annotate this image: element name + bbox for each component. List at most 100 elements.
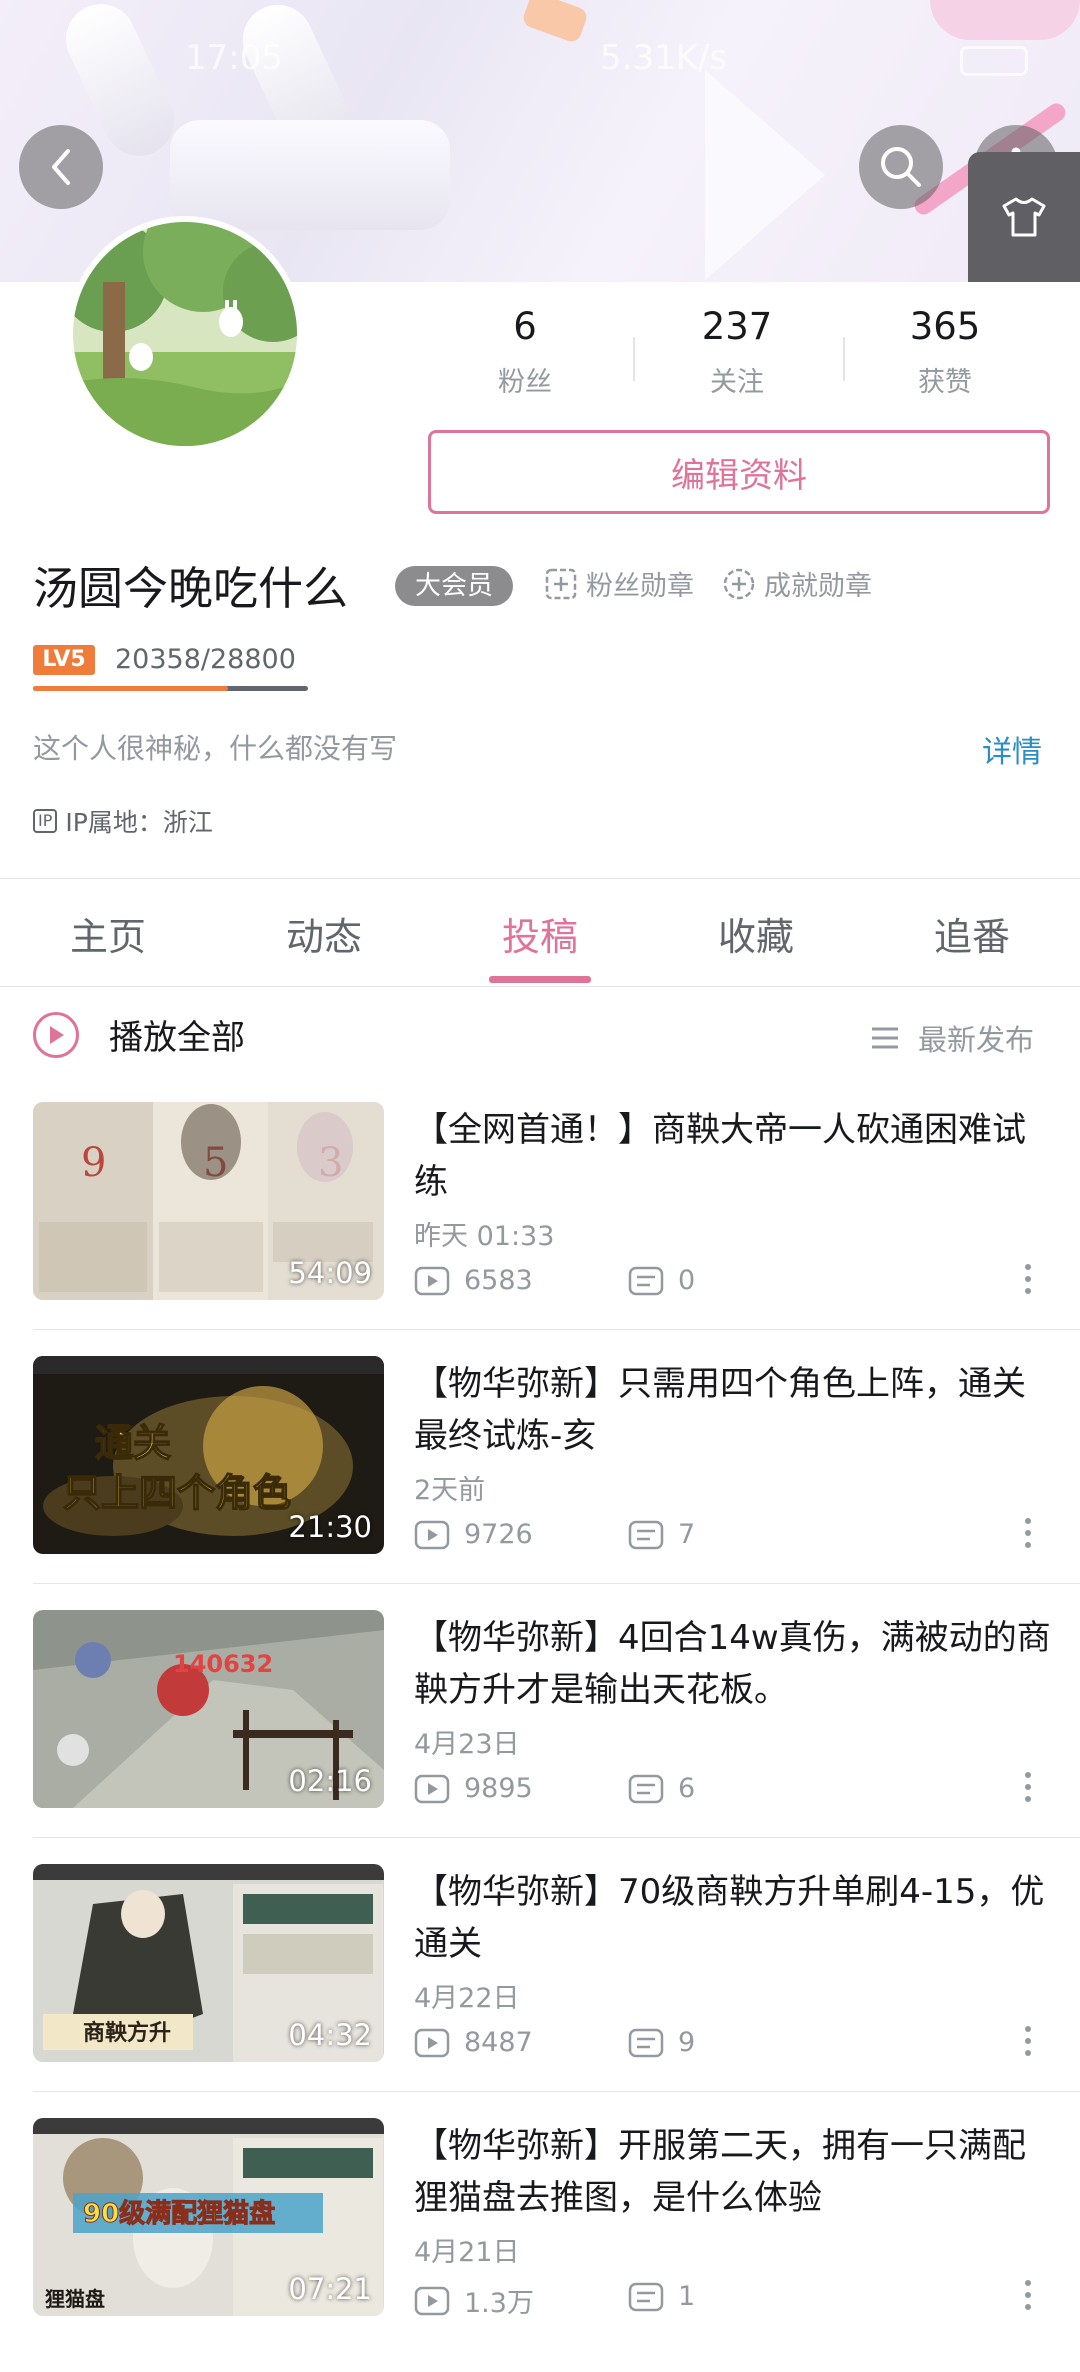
thumb-caption: 90级满配狸猫盘 [83,2198,275,2229]
thumb-character-name: 狸猫盘 [45,2287,105,2311]
tab-favorites[interactable]: 收藏 [648,906,864,961]
level-progress-text: 20358/28800 [115,644,296,675]
achievement-medal-label: 成就勋章 [764,571,872,602]
divider [33,1329,1080,1330]
ip-location-text: IP属地：浙江 [65,808,213,837]
ip-location: IP IP属地：浙江 [33,803,213,839]
more-vertical-icon[interactable] [1023,1772,1033,1802]
thumb-caption: 只上四个角色 [63,1471,291,1515]
video-title[interactable]: 【物华弥新】4回合14w真伤，满被动的商鞅方升才是输出天花板。 [414,1612,1054,1716]
profile-stats: 6 粉丝 237 关注 365 获赞 [430,305,1080,415]
vip-badge[interactable]: 大会员 [395,566,514,606]
video-comments: 7 [628,1519,695,1550]
divider [33,1837,1080,1838]
search-button[interactable] [859,125,943,209]
stat-followers[interactable]: 6 粉丝 [430,305,620,399]
back-button[interactable] [19,125,103,209]
video-thumbnail[interactable]: 通关 只上四个角色 21:30 [33,1356,384,1554]
avatar[interactable] [73,222,297,446]
edit-profile-button[interactable]: 编辑资料 [428,430,1050,514]
banner-play-shape [705,70,825,280]
level-progress-fill [33,686,229,691]
avatar-image [73,222,297,446]
sort-icon [872,1027,898,1049]
battery-icon [960,46,1028,76]
more-vertical-icon[interactable] [1023,2026,1033,2056]
play-count-icon [414,1774,450,1803]
play-circle-icon [33,1011,79,1058]
comment-count: 7 [678,1519,696,1550]
stat-value: 237 [701,305,773,348]
sort-label: 最新发布 [918,1023,1035,1057]
stat-likes[interactable]: 365 获赞 [850,305,1040,399]
fan-medal-button[interactable]: 粉丝勋章 [544,564,694,603]
video-item[interactable]: 通关 只上四个角色 21:30 【物华弥新】只需用四个角色上阵，通关最终试炼-亥… [0,1356,1080,1610]
medal-plus-icon [545,568,577,599]
comment-count-icon [628,2028,664,2057]
banner-decoration [170,120,450,230]
play-count-icon [414,1520,450,1549]
play-count-icon [414,2028,450,2057]
more-vertical-icon[interactable] [1023,1264,1033,1294]
tab-dynamics[interactable]: 动态 [216,906,432,961]
comment-count: 0 [678,1265,696,1296]
divider [33,1583,1080,1584]
stat-value: 365 [909,305,981,348]
video-title[interactable]: 【全网首通！】商鞅大帝一人砍通困难试练 [414,1104,1054,1208]
more-vertical-icon[interactable] [1023,1518,1033,1548]
more-vertical-icon[interactable] [1023,2280,1033,2310]
play-count: 1.3万 [464,2288,534,2319]
comment-count-icon [628,1520,664,1549]
video-comments: 0 [628,1265,695,1296]
video-thumbnail[interactable]: 商鞅方升 04:32 [33,1864,384,2062]
video-plays: 6583 [414,1265,533,1296]
username: 汤圆今晚吃什么 [33,562,349,615]
medal-plus-icon [723,568,755,599]
achievement-medal-button[interactable]: 成就勋章 [722,564,872,603]
video-comments: 9 [628,2027,695,2058]
tshirt-icon [1002,197,1046,237]
tab-bangumi[interactable]: 追番 [864,906,1080,961]
active-tab-indicator [489,976,591,983]
tab-uploads[interactable]: 投稿 [432,906,648,961]
divider [33,2091,1080,2092]
video-title[interactable]: 【物华弥新】只需用四个角色上阵，通关最终试炼-亥 [414,1358,1054,1462]
thumb-character-name: 商鞅方升 [83,2020,171,2046]
bio: 这个人很神秘，什么都没有写 [33,732,398,765]
comment-count: 6 [678,1773,696,1804]
video-item[interactable]: 90级满配狸猫盘 狸猫盘 07:21 【物华弥新】开服第二天，拥有一只满配狸猫盘… [0,2118,1080,2372]
level-row[interactable]: LV5 20358/28800 [33,644,296,675]
video-item[interactable]: 商鞅方升 04:32 【物华弥新】70级商鞅方升单刷4-15，优通关 4月22日… [0,1864,1080,2118]
video-item[interactable]: 140632 02:16 【物华弥新】4回合14w真伤，满被动的商鞅方升才是输出… [0,1610,1080,1864]
divider [0,986,1080,987]
tab-home[interactable]: 主页 [0,906,216,961]
sort-button[interactable]: 最新发布 [870,1017,1034,1059]
status-network-speed: 5.31K/s [600,38,728,78]
stat-label: 粉丝 [498,367,552,398]
dress-up-button[interactable] [968,152,1080,282]
comment-count-icon [628,1774,664,1803]
stat-following[interactable]: 237 关注 [642,305,832,399]
stat-value: 6 [513,305,537,348]
video-thumbnail[interactable]: 140632 02:16 [33,1610,384,1808]
detail-link[interactable]: 详情 [982,727,1042,771]
play-all-button[interactable]: 播放全部 [33,1010,245,1059]
status-time: 17:05 [185,38,283,78]
level-badge: LV5 [33,644,95,675]
video-plays: 9726 [414,1519,533,1550]
search-icon [881,147,921,187]
video-comments: 1 [628,2281,695,2312]
video-item[interactable]: 9 5 3 54:09 【全网首通！】商鞅大帝一人砍通困难试练 昨天 01:33… [0,1102,1080,1356]
video-thumbnail[interactable]: 9 5 3 54:09 [33,1102,384,1300]
banner-decoration [520,0,590,45]
divider [0,878,1080,879]
play-count-icon [414,1266,450,1295]
video-duration: 04:32 [288,2018,372,2052]
video-duration: 02:16 [288,1764,372,1798]
video-title[interactable]: 【物华弥新】开服第二天，拥有一只满配狸猫盘去推图，是什么体验 [414,2120,1054,2224]
video-title[interactable]: 【物华弥新】70级商鞅方升单刷4-15，优通关 [414,1866,1054,1970]
play-count-icon [414,2286,450,2315]
video-thumbnail[interactable]: 90级满配狸猫盘 狸猫盘 07:21 [33,2118,384,2316]
video-date: 昨天 01:33 [414,1221,555,1252]
video-comments: 6 [628,1773,695,1804]
